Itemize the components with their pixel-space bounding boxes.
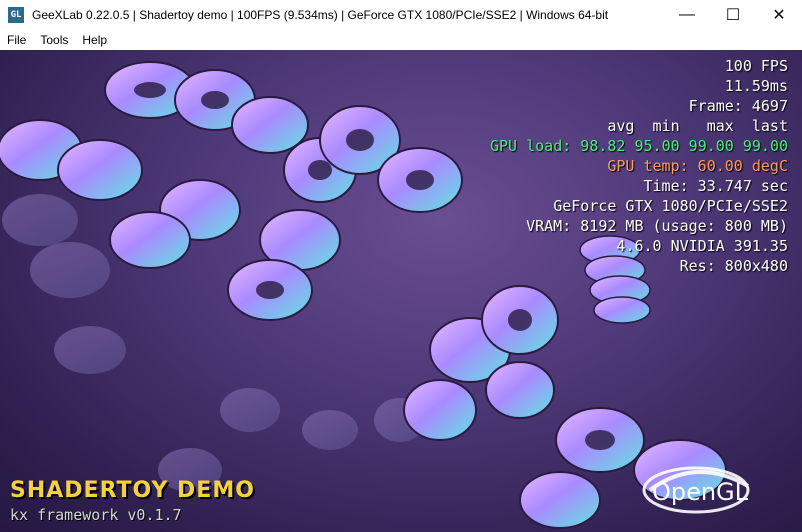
demo-subtitle: kx framework v0.1.7 <box>10 506 182 524</box>
vram-readout: VRAM: 8192 MB (usage: 800 MB) <box>526 217 788 235</box>
menu-help[interactable]: Help <box>75 33 114 47</box>
opengl-logo: OpenGL <box>642 466 750 514</box>
demo-title: SHADERTOY DEMO <box>10 478 255 503</box>
geexlab-window: GL GeeXLab 0.22.0.5 | Shadertoy demo | 1… <box>0 0 802 532</box>
gpu-temp-readout: GPU temp: 60.00 degC <box>607 157 788 175</box>
menu-tools[interactable]: Tools <box>33 33 75 47</box>
stats-overlay: 100 FPS 11.59ms Frame: 4697 avg min max las… <box>490 56 788 276</box>
stats-header: avg min max last <box>607 117 788 135</box>
gpu-load-readout: GPU load: 98.82 95.00 99.00 99.00 <box>489 137 788 155</box>
time-readout: Time: 33.747 sec <box>643 177 789 195</box>
gl-version: 4.6.0 NVIDIA 391.35 <box>616 237 788 255</box>
gpu-name: GeForce GTX 1080/PCIe/SSE2 <box>553 197 788 215</box>
frame-counter: Frame: 4697 <box>688 97 788 115</box>
opengl-logo-text: OpenGL <box>652 478 749 506</box>
title-bar[interactable]: GL GeeXLab 0.22.0.5 | Shadertoy demo | 1… <box>0 0 802 30</box>
app-icon[interactable]: GL <box>8 7 24 23</box>
menu-file[interactable]: File <box>0 33 33 47</box>
minimize-button[interactable]: — <box>664 0 710 30</box>
close-button[interactable]: ✕ <box>756 0 802 30</box>
maximize-button[interactable]: ☐ <box>710 0 756 30</box>
render-viewport[interactable]: 100 FPS 11.59ms Frame: 4697 avg min max las… <box>0 50 802 532</box>
frame-time-readout: 11.59ms <box>724 77 788 95</box>
window-title: GeeXLab 0.22.0.5 | Shadertoy demo | 100F… <box>32 8 609 22</box>
fps-readout: 100 FPS <box>724 57 788 75</box>
menu-bar: File Tools Help <box>0 30 802 50</box>
resolution-readout: Res: 800x480 <box>679 257 788 275</box>
